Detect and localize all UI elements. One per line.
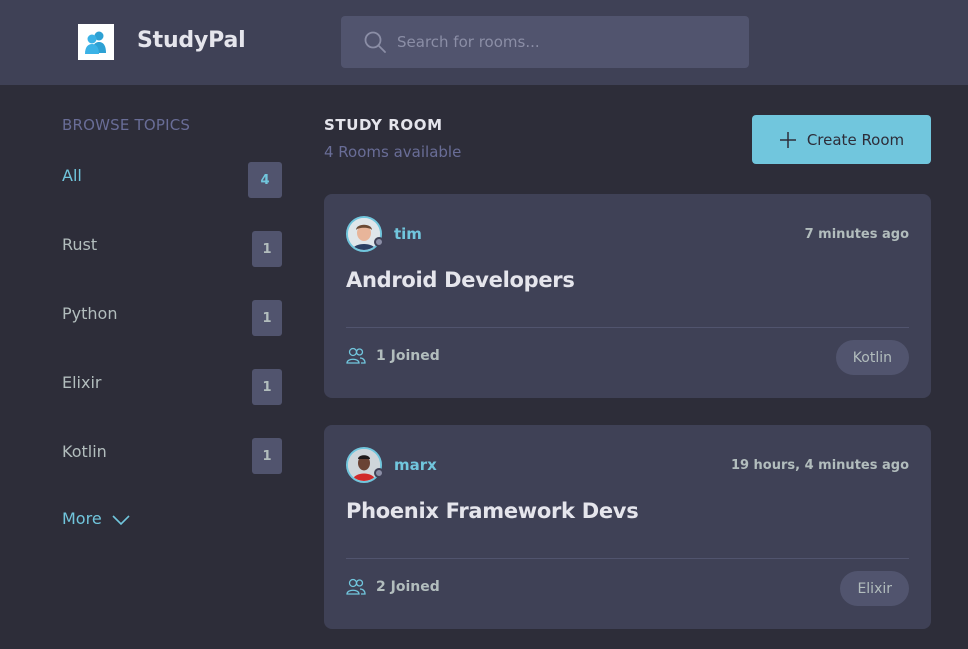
room-host-name[interactable]: tim (394, 225, 422, 243)
search-icon (364, 31, 386, 53)
room-time: 19 hours, 4 minutes ago (730, 458, 909, 473)
topic-label: All (62, 166, 82, 185)
topic-label: Elixir (62, 373, 102, 392)
search-bar[interactable] (341, 16, 749, 68)
room-participants: 2 Joined (346, 578, 440, 596)
people-icon (346, 578, 366, 596)
topic-label: Kotlin (62, 442, 107, 461)
study-room-heading: STUDY ROOM (324, 116, 443, 134)
topic-count: 1 (252, 438, 282, 474)
search-input[interactable] (397, 16, 737, 68)
room-title[interactable]: Phoenix Framework Devs (346, 499, 639, 523)
topic-count: 1 (252, 300, 282, 336)
topic-item-all[interactable]: All 4 (62, 162, 282, 198)
room-topic-tag[interactable]: Elixir (840, 571, 909, 606)
more-topics-button[interactable]: More (62, 509, 130, 528)
brand-name[interactable]: StudyPal (137, 28, 246, 53)
browse-topics-heading: BROWSE TOPICS (62, 116, 191, 134)
more-label: More (62, 509, 102, 528)
logo[interactable] (78, 24, 114, 60)
topic-label: Python (62, 304, 118, 323)
topic-count: 1 (252, 369, 282, 405)
topic-item-python[interactable]: Python 1 (62, 300, 282, 336)
people-icon (346, 347, 366, 365)
room-card[interactable]: tim 7 minutes ago Android Developers 1 J… (324, 194, 931, 398)
room-time: 7 minutes ago (804, 227, 909, 242)
room-card[interactable]: marx 19 hours, 4 minutes ago Phoenix Fra… (324, 425, 931, 629)
topic-count: 1 (252, 231, 282, 267)
create-room-label: Create Room (806, 130, 905, 149)
room-host-name[interactable]: marx (394, 456, 437, 474)
topic-item-kotlin[interactable]: Kotlin 1 (62, 438, 282, 474)
plus-icon (779, 131, 797, 149)
create-room-button[interactable]: Create Room (752, 115, 931, 164)
joined-count: 2 Joined (376, 579, 440, 595)
status-dot (374, 468, 384, 478)
room-topic-tag[interactable]: Kotlin (835, 340, 909, 375)
users-logo-icon (85, 31, 106, 54)
topic-item-rust[interactable]: Rust 1 (62, 231, 282, 267)
topic-label: Rust (62, 235, 98, 254)
topic-count: 4 (248, 162, 282, 198)
topic-item-elixir[interactable]: Elixir 1 (62, 369, 282, 405)
joined-count: 1 Joined (376, 348, 440, 364)
divider (346, 327, 909, 328)
rooms-available-count: 4 Rooms available (324, 143, 462, 161)
top-header: StudyPal (0, 0, 968, 85)
room-title[interactable]: Android Developers (346, 268, 575, 292)
divider (346, 558, 909, 559)
chevron-down-icon (112, 514, 130, 525)
status-dot (374, 237, 384, 247)
room-participants: 1 Joined (346, 347, 440, 365)
